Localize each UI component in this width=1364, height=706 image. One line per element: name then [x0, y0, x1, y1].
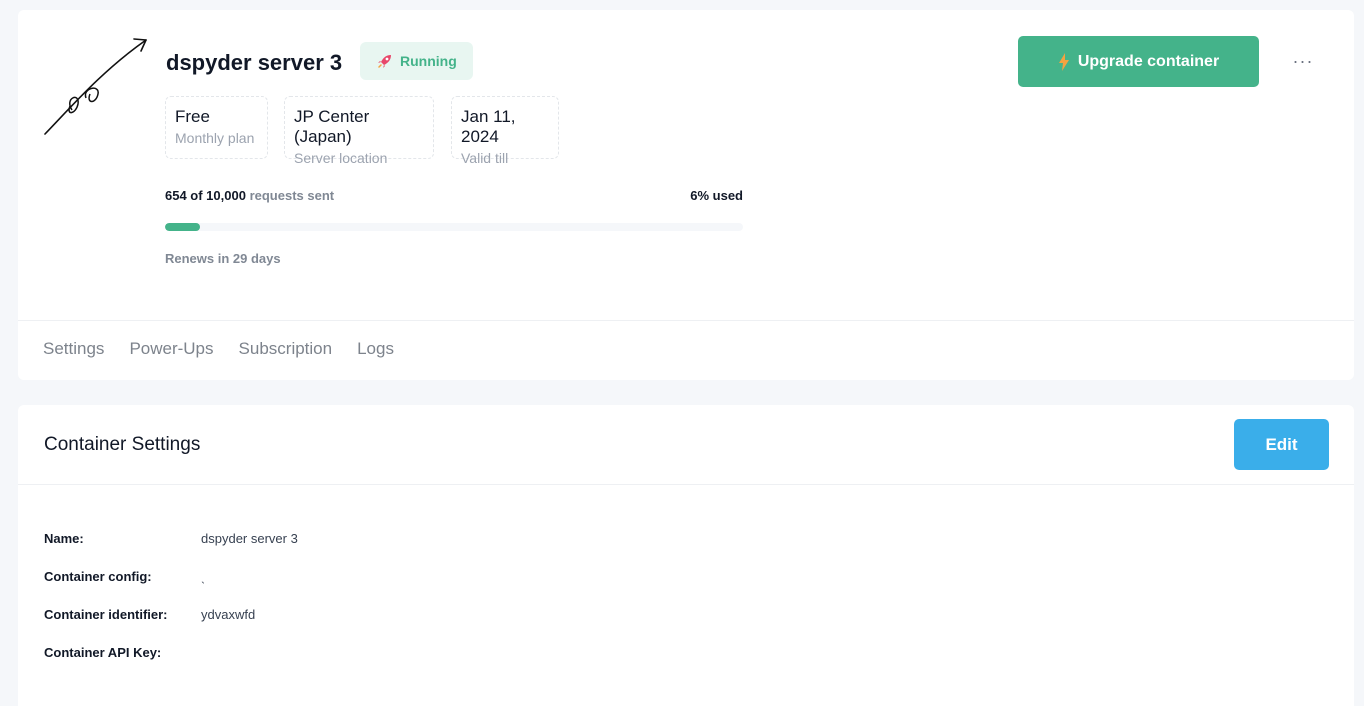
upgrade-label: Upgrade container	[1077, 52, 1220, 70]
field-name: Name: dspyder server 3	[44, 531, 298, 546]
settings-divider	[18, 484, 1354, 485]
renews-text: Renews in 29 days	[165, 251, 281, 266]
location-info-box: JP Center (Japan) Server location	[284, 96, 434, 166]
status-badge: Running	[360, 42, 473, 80]
server-title: dspyder server 3	[166, 50, 343, 75]
plan-value: Free	[175, 107, 210, 126]
tab-bar: Settings Power-Ups Subscription Logs	[43, 321, 419, 380]
field-key: Container config:	[44, 569, 152, 584]
field-value: dspyder server 3	[201, 531, 298, 546]
requests-suffix: requests sent	[249, 188, 335, 203]
field-key: Container API Key:	[44, 645, 162, 660]
rocket-icon	[378, 55, 391, 68]
plan-label: Monthly plan	[175, 130, 255, 146]
usage-percent: 6% used	[690, 188, 743, 203]
usage-progress-bar	[165, 223, 743, 231]
signature-logo-icon	[44, 38, 147, 135]
location-value: JP Center (Japan)	[294, 107, 370, 146]
field-key: Name:	[44, 531, 84, 546]
more-dots-icon[interactable]: ···	[1288, 46, 1318, 76]
status-text: Running	[400, 53, 457, 69]
tab-power-ups[interactable]: Power-Ups	[129, 321, 213, 380]
valid-value: Jan 11, 2024	[461, 107, 516, 146]
usage-row: 654 of 10,000 requests sent 6% used	[165, 188, 743, 203]
field-container-api-key: Container API Key:	[44, 645, 201, 660]
container-settings-card: Container Settings Edit Name: dspyder se…	[18, 405, 1354, 706]
requests-sent-text: 654 of 10,000 requests sent	[165, 188, 334, 203]
tab-logs[interactable]: Logs	[357, 321, 394, 380]
field-value: ydvaxwfd	[201, 607, 256, 622]
location-label: Server location	[294, 150, 388, 166]
section-title: Container Settings	[44, 434, 201, 455]
valid-info-box: Jan 11, 2024 Valid till	[451, 96, 559, 166]
field-key: Container identifier:	[44, 607, 168, 622]
tab-subscription[interactable]: Subscription	[239, 321, 333, 380]
container-header-card: dspyder server 3 Running Free Monthly pl…	[18, 10, 1354, 380]
plan-info-box: Free Monthly plan	[165, 96, 268, 159]
requests-count: 654 of 10,000	[165, 188, 246, 203]
field-container-config: Container config: ˎ	[44, 569, 205, 584]
edit-button[interactable]: Edit	[1234, 419, 1329, 470]
field-container-identifier: Container identifier: ydvaxwfd	[44, 607, 255, 622]
tab-settings[interactable]: Settings	[43, 321, 104, 380]
lightning-icon	[1058, 52, 1069, 71]
valid-label: Valid till	[461, 150, 509, 166]
field-value: ˎ	[201, 569, 206, 584]
upgrade-container-button[interactable]: Upgrade container	[1018, 36, 1259, 87]
usage-progress-fill	[165, 223, 200, 231]
